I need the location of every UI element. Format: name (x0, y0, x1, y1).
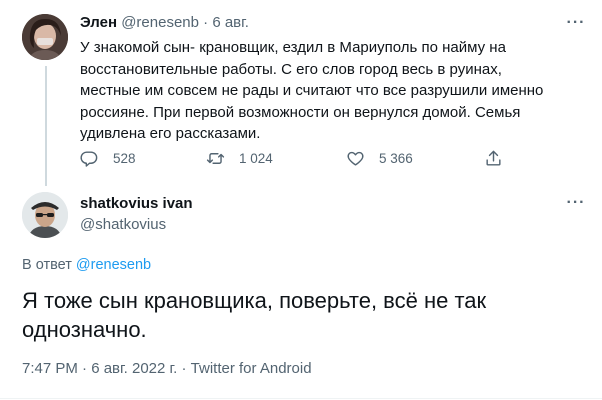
divider (0, 398, 602, 399)
avatar[interactable] (22, 14, 68, 60)
reply-prefix: В ответ (22, 257, 76, 273)
share-button[interactable] (484, 146, 503, 170)
retweet-button[interactable]: 1 024 (206, 146, 273, 170)
share-icon (484, 149, 503, 168)
like-button[interactable]: 5 366 (346, 146, 413, 170)
retweet-icon (206, 149, 225, 168)
tweet-meta[interactable]: 7:47 PM · 6 авг. 2022 г. · Twitter for A… (22, 360, 312, 377)
separator-dot: · (203, 14, 209, 31)
reply-button[interactable]: 528 (80, 146, 136, 170)
tweet-actions: 528 1 024 5 366 (80, 146, 520, 170)
parent-tweet[interactable]: Элен @renesenb · 6 авг. ··· У знакомой с… (0, 0, 602, 185)
reply-context: В ответ @renesenb (22, 257, 151, 273)
author-handle[interactable]: @shatkovius (80, 216, 166, 233)
reply-to-link[interactable]: @renesenb (76, 257, 151, 273)
tweet-text: Я тоже сын крановщика, поверьте, всё не … (22, 288, 487, 342)
tweet-date[interactable]: 6 авг. (212, 14, 249, 31)
more-horizontal-icon[interactable]: ··· (566, 195, 586, 211)
tweet-text: У знакомой сын- крановщик, ездил в Мариу… (80, 39, 544, 142)
reply-icon (80, 149, 99, 168)
heart-icon (346, 149, 365, 168)
author-name[interactable]: shatkovius ivan (80, 195, 193, 212)
reply-count: 528 (113, 150, 136, 166)
author-name[interactable]: Элен (80, 14, 117, 31)
retweet-count: 1 024 (239, 150, 273, 166)
more-horizontal-icon[interactable]: ··· (566, 15, 586, 31)
like-count: 5 366 (379, 150, 413, 166)
avatar[interactable] (22, 192, 68, 238)
author-handle[interactable]: @renesenb (121, 14, 199, 31)
tweet-header: Элен @renesenb · 6 авг. (80, 14, 249, 32)
